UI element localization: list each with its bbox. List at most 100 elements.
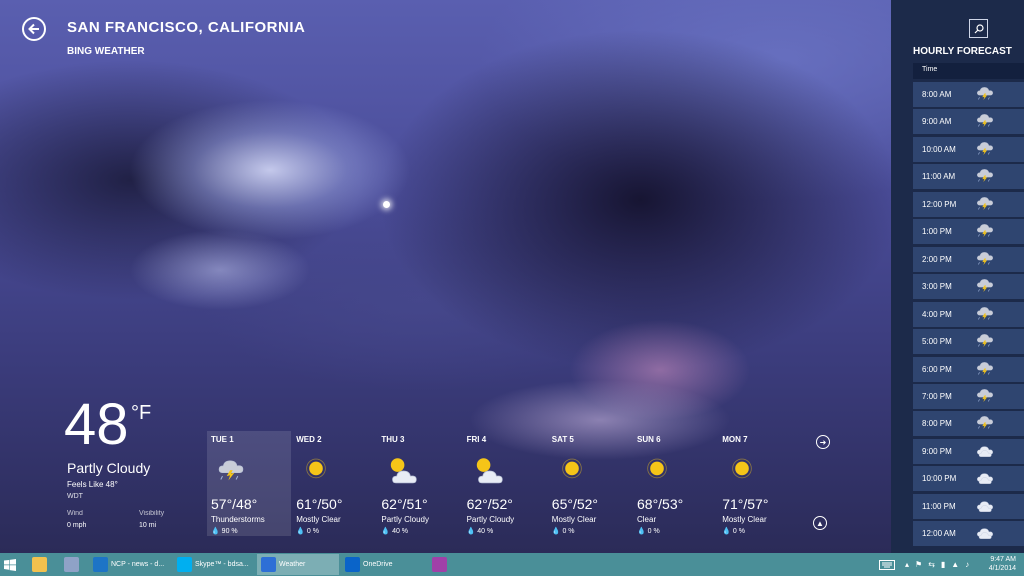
forecast-temps: 57°/48°: [211, 496, 258, 512]
hourly-row[interactable]: 10:00 AM: [913, 136, 1024, 162]
hourly-row[interactable]: 10:00 PM: [913, 466, 1024, 492]
taskbar-item[interactable]: NCP - news - d...: [89, 554, 171, 575]
forecast-condition: Partly Cloudy: [466, 515, 515, 524]
forecast-precip-value: 0 %: [306, 528, 319, 535]
taskbar-item-label: Weather: [279, 561, 306, 568]
forecast-precip: 💧 40 %: [381, 527, 461, 535]
hourly-row[interactable]: 1:00 PM: [913, 219, 1024, 245]
thunderstorm-icon: [973, 83, 997, 105]
forecast-temps: 71°/57°: [722, 496, 769, 512]
hourly-time: 12:00 PM: [922, 199, 957, 209]
wind-value: 0 mph: [67, 522, 87, 529]
hourly-row[interactable]: 12:00 AM: [913, 521, 1024, 547]
hourly-row[interactable]: 11:00 PM: [913, 493, 1024, 519]
forecast-day-name: WED 2: [296, 435, 322, 444]
hourly-time: 9:00 AM: [922, 117, 952, 127]
scroll-up-icon[interactable]: ▲: [813, 516, 827, 530]
hourly-row[interactable]: 3:00 PM: [913, 274, 1024, 300]
forecast-condition: Partly Cloudy: [381, 515, 429, 524]
flag-icon[interactable]: ⚑: [915, 560, 922, 569]
system-tray[interactable]: ▴ ⚑ ⇆ ▮ ▲ ♪: [905, 554, 975, 575]
forecast-precip-value: 40 %: [477, 528, 494, 535]
forecast-temps: 62°/52°: [466, 496, 513, 512]
next-arrow-icon[interactable]: ➜: [816, 435, 830, 449]
forecast-day[interactable]: TUE 1 57°/48° Thunderstorms 💧 90 %: [207, 431, 291, 536]
clock[interactable]: 9:47 AM 4/1/2014: [989, 555, 1016, 573]
forecast-precip-value: 90 %: [221, 528, 238, 535]
hourly-time: 1:00 PM: [922, 227, 952, 237]
hourly-row[interactable]: 11:00 AM: [913, 164, 1024, 190]
hourly-time: 2:00 PM: [922, 254, 952, 264]
hourly-row[interactable]: 9:00 AM: [913, 109, 1024, 135]
hourly-panel: HOURLY FORECAST Time 8:00 AM 9:00 AM 10:00…: [891, 0, 1024, 553]
forecast-day-name: SUN 6: [637, 435, 661, 444]
forecast-day[interactable]: SAT 5 65°/52° Mostly Clear 💧 0 %: [548, 431, 632, 536]
hourly-row[interactable]: 8:00 AM: [913, 82, 1024, 107]
search-button[interactable]: [969, 19, 988, 38]
forecast-day[interactable]: WED 2 61°/50° Mostly Clear 💧 0 %: [292, 431, 376, 536]
taskbar-item[interactable]: Skype™ - bdsa...: [173, 554, 255, 575]
thunderstorm-icon: [973, 385, 997, 407]
forecast-day-name: SAT 5: [551, 435, 574, 444]
forecast-day[interactable]: THU 3 62°/51° Partly Cloudy 💧 40 %: [377, 431, 461, 536]
hourly-row[interactable]: 12:00 PM: [913, 191, 1024, 217]
station-label: WDT: [67, 493, 83, 500]
forecast-condition: Thunderstorms: [211, 515, 265, 524]
network-icon[interactable]: ⇆: [928, 560, 935, 569]
hourly-time: 5:00 PM: [922, 337, 952, 347]
battery-icon[interactable]: ▮: [941, 560, 945, 569]
chevron-up-icon[interactable]: ▴: [905, 560, 909, 569]
hourly-row[interactable]: 8:00 PM: [913, 411, 1024, 437]
hourly-row[interactable]: 9:00 PM: [913, 438, 1024, 464]
thunderstorm-icon: [973, 220, 997, 242]
thunderstorm-icon: [973, 275, 997, 297]
forecast-precip-value: 0 %: [732, 528, 745, 535]
hourly-row[interactable]: 5:00 PM: [913, 329, 1024, 355]
taskbar-item[interactable]: [428, 554, 452, 575]
taskbar-item[interactable]: [60, 554, 88, 575]
clock-time: 9:47 AM: [990, 556, 1016, 563]
hourly-row[interactable]: 4:00 PM: [913, 301, 1024, 327]
forecast-day-name: FRI 4: [466, 435, 487, 444]
forecast-day[interactable]: MON 7 71°/57° Mostly Clear 💧 0 %: [718, 431, 802, 536]
forecast-precip: 💧 0 %: [552, 527, 632, 535]
raindrop-icon: 💧: [466, 528, 476, 535]
raindrop-icon: 💧: [637, 528, 646, 535]
thunderstorm-icon: [973, 303, 997, 325]
keyboard-icon[interactable]: [879, 554, 899, 575]
signal-icon[interactable]: ▲: [951, 560, 959, 569]
thunderstorm-icon: [973, 165, 997, 187]
back-button[interactable]: [22, 17, 46, 41]
taskbar-item[interactable]: OneDrive: [341, 554, 423, 575]
visibility-value: 10 mi: [139, 522, 157, 529]
hourly-row[interactable]: 2:00 PM: [913, 246, 1024, 272]
moon: [383, 201, 390, 208]
forecast-condition: Clear: [637, 515, 657, 524]
raindrop-icon: 💧: [722, 528, 731, 535]
forecast-precip: 💧 0 %: [637, 527, 717, 535]
start-button[interactable]: [0, 554, 18, 575]
current-condition: Partly Cloudy: [67, 460, 151, 476]
taskbar-item[interactable]: [28, 554, 56, 575]
weather-icon: [261, 557, 276, 572]
thunderstorm-icon: [973, 412, 997, 434]
volume-icon[interactable]: ♪: [965, 560, 969, 569]
partly-cloudy-icon: [381, 454, 461, 488]
hourly-time: 7:00 PM: [922, 391, 952, 401]
raindrop-icon: 💧: [381, 528, 391, 535]
hourly-time: 11:00 PM: [922, 501, 956, 511]
forecast-day[interactable]: FRI 4 62°/52° Partly Cloudy 💧 40 %: [463, 431, 547, 536]
cloudy-icon: [973, 495, 997, 517]
hourly-row[interactable]: 7:00 PM: [913, 383, 1024, 409]
hourly-time: 8:00 AM: [922, 90, 952, 99]
onenote-icon: [432, 557, 447, 572]
forecast-condition: Mostly Clear: [296, 515, 341, 524]
forecast-precip-value: 0 %: [647, 528, 660, 535]
forecast-temps: 61°/50°: [296, 496, 343, 512]
hourly-column-header: Time: [913, 63, 1024, 79]
temperature-unit[interactable]: °F: [131, 402, 151, 425]
hourly-row[interactable]: 6:00 PM: [913, 356, 1024, 382]
thunderstorm-icon: [973, 248, 997, 270]
forecast-day[interactable]: SUN 6 68°/53° Clear 💧 0 %: [633, 431, 717, 536]
taskbar-item[interactable]: Weather: [257, 554, 339, 575]
